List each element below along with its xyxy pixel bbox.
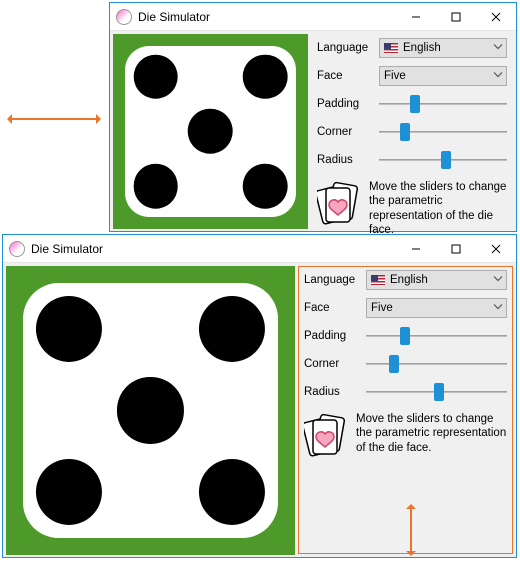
language-value: English (403, 42, 441, 54)
controls-panel: Language English Face Five Padding Corne… (298, 266, 513, 554)
padding-slider[interactable] (366, 326, 507, 346)
hint-text: Move the sliders to change the parametri… (356, 412, 507, 455)
close-button[interactable] (476, 3, 516, 30)
padding-label: Padding (317, 98, 373, 110)
corner-slider[interactable] (366, 354, 507, 374)
corner-slider[interactable] (379, 122, 507, 142)
die-simulator-window-bottom: Die Simulator Language English Face Five… (2, 234, 517, 558)
cards-icon (317, 180, 361, 228)
face-label: Face (317, 70, 373, 82)
die-face (23, 283, 277, 537)
minimize-button[interactable] (396, 235, 436, 262)
die-pip (199, 459, 265, 525)
app-icon (116, 9, 132, 25)
cards-icon (304, 412, 348, 460)
radius-slider[interactable] (366, 382, 507, 402)
window-title: Die Simulator (31, 242, 103, 256)
die-preview (6, 266, 295, 555)
die-simulator-window-top: Die Simulator Language English Face Five… (109, 2, 517, 232)
close-button[interactable] (476, 235, 516, 262)
die-preview (113, 34, 308, 229)
die-pip (133, 164, 178, 209)
die-pip (117, 377, 183, 443)
chevron-down-icon (493, 302, 503, 315)
titlebar[interactable]: Die Simulator (3, 235, 516, 263)
maximize-button[interactable] (436, 235, 476, 262)
vertical-size-arrow (410, 505, 412, 555)
language-label: Language (317, 42, 373, 54)
die-pip (36, 296, 102, 362)
face-combobox[interactable]: Five (379, 66, 507, 86)
language-combobox[interactable]: English (366, 270, 507, 290)
corner-label: Corner (317, 126, 373, 138)
die-pip (36, 459, 102, 525)
die-pip (188, 109, 233, 154)
app-icon (9, 241, 25, 257)
face-label: Face (304, 302, 360, 314)
radius-slider[interactable] (379, 150, 507, 170)
chevron-down-icon (493, 42, 503, 55)
padding-slider[interactable] (379, 94, 507, 114)
chevron-down-icon (493, 70, 503, 83)
die-pip (199, 296, 265, 362)
hint-text: Move the sliders to change the parametri… (369, 180, 507, 238)
titlebar[interactable]: Die Simulator (110, 3, 516, 31)
chevron-down-icon (493, 274, 503, 287)
minimize-button[interactable] (396, 3, 436, 30)
face-combobox[interactable]: Five (366, 298, 507, 318)
flag-us-icon (371, 275, 385, 285)
flag-us-icon (384, 43, 398, 53)
padding-label: Padding (304, 330, 360, 342)
horizontal-size-arrow (8, 118, 100, 120)
language-combobox[interactable]: English (379, 38, 507, 58)
radius-label: Radius (304, 386, 360, 398)
die-face (125, 46, 297, 218)
face-value: Five (371, 302, 393, 314)
die-pip (133, 54, 178, 99)
die-pip (243, 54, 288, 99)
face-value: Five (384, 70, 406, 82)
controls-panel: Language English Face Five Padding Corne… (311, 34, 513, 228)
maximize-button[interactable] (436, 3, 476, 30)
radius-label: Radius (317, 154, 373, 166)
language-value: English (390, 274, 428, 286)
corner-label: Corner (304, 358, 360, 370)
die-pip (243, 164, 288, 209)
window-title: Die Simulator (138, 10, 210, 24)
language-label: Language (304, 274, 360, 286)
